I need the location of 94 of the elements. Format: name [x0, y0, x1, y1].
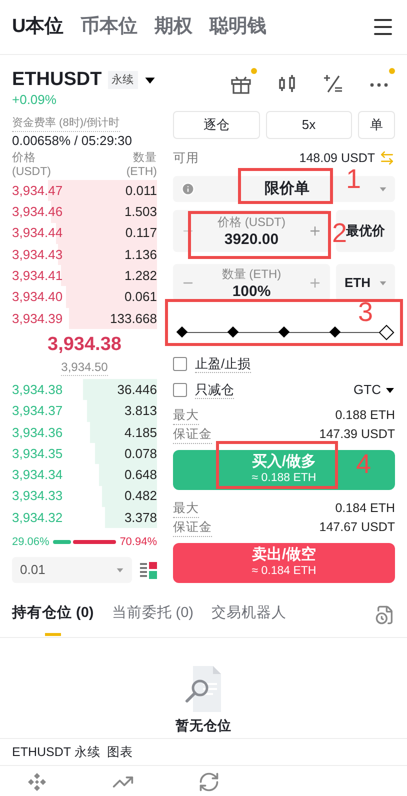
quantity-cell-text: 1.136 — [124, 246, 157, 264]
price-field[interactable]: 价格 (USDT) 3920.00 — [173, 210, 330, 252]
margin-button[interactable]: 逐仓 — [173, 111, 260, 139]
price-change: +0.09% — [12, 92, 58, 108]
last-price: 3,934.38 — [48, 333, 122, 358]
book-layout-icon[interactable] — [140, 562, 157, 579]
field-label: 数量 (ETH) — [222, 266, 282, 282]
position-tab[interactable]: 持有仓位 (0) — [12, 603, 94, 638]
market-tab[interactable]: 聪明钱 — [210, 12, 267, 42]
caret-icon — [379, 185, 387, 193]
price-cell-text: 3,934.33 — [12, 487, 63, 506]
empty-message: 暂无仓位 — [176, 717, 232, 736]
available-value: 148.09 USDT — [299, 150, 375, 167]
price-cell-text: 3,934.34 — [12, 466, 63, 484]
price-cell-text: 3,934.38 — [12, 380, 63, 399]
option-label: 止盈/止损 — [195, 356, 251, 372]
precision-dropdown[interactable]: 0.01 — [12, 557, 132, 584]
diamond-logo-icon[interactable] — [26, 770, 48, 793]
funding-rate-label: 资金费率 (8时)/倒计时 — [12, 116, 120, 132]
price-cell-text: 3,934.36 — [12, 424, 63, 442]
refresh-icon[interactable] — [198, 770, 220, 793]
quantity-cell-text: 3.378 — [124, 508, 157, 527]
annotation-number: 4 — [356, 449, 372, 479]
order-history-icon[interactable] — [375, 605, 395, 626]
contract-tag: 永续 — [108, 70, 138, 90]
info-label: 保证金 — [173, 518, 212, 537]
column-header: 数量 — [133, 151, 157, 165]
quantity-cell-text: 4.185 — [124, 424, 157, 442]
info-value: 0.188 ETH — [335, 407, 395, 424]
quantity-cell-text: 0.078 — [124, 444, 157, 463]
price-cell-text: 3,934.39 — [12, 310, 63, 328]
quantity-cell-text: 1.503 — [124, 203, 157, 222]
market-tab[interactable]: 币本位 — [80, 12, 138, 42]
info-label: 保证金 — [173, 425, 212, 444]
checkbox[interactable] — [173, 383, 187, 397]
caret-icon — [116, 566, 124, 574]
price-cell-text: 3,934.40 — [12, 288, 63, 306]
chart-link[interactable]: ETHUSDT 永续 图表 — [12, 742, 134, 762]
market-tab[interactable]: 期权 — [154, 12, 193, 42]
buy-ratio: 29.06% — [12, 534, 50, 550]
info-value: 147.39 USDT — [319, 426, 395, 443]
info-label: 最大 — [173, 406, 199, 425]
field-label: 价格 (USDT) — [218, 214, 286, 231]
price-cell-text: 3,934.46 — [12, 203, 63, 222]
slider-step — [329, 326, 341, 338]
caret-icon — [385, 385, 395, 395]
quantity-cell-text: 0.011 — [125, 182, 157, 200]
transfer-icon[interactable] — [379, 150, 395, 166]
price-cell-text: 3,934.41 — [12, 267, 63, 286]
option-label: 只减仓 — [195, 382, 234, 398]
quantity-cell-text: 36.446 — [117, 380, 157, 399]
position-tab[interactable]: 当前委托 (0) — [112, 603, 194, 638]
column-header: 价格 — [12, 151, 37, 165]
caret-icon — [378, 278, 386, 286]
quantity-cell-text: 133.668 — [110, 310, 157, 328]
info-icon[interactable] — [181, 182, 195, 196]
plus-icon[interactable] — [308, 276, 322, 290]
unit-select[interactable]: ETH — [336, 264, 395, 301]
sell-short-button[interactable]: 卖出/做空 ≈ 0.184 ETH — [173, 543, 395, 583]
info-value: 147.67 USDT — [319, 519, 395, 536]
price-cell-text: 3,934.43 — [12, 246, 63, 264]
info-value: 0.184 ETH — [335, 500, 395, 517]
quantity-cell-text: 0.117 — [125, 224, 157, 242]
slider-step — [176, 326, 188, 338]
symbol-name[interactable]: ETHUSDT — [12, 68, 102, 92]
margin-button[interactable]: 5x — [266, 111, 352, 139]
quantity-cell-text: 0.061 — [124, 288, 157, 306]
price-cell-text: 3,934.44 — [12, 224, 63, 242]
quantity-cell-text: 1.282 — [124, 267, 157, 286]
column-unit: (USDT) — [12, 165, 51, 179]
margin-button[interactable]: 单 — [358, 111, 395, 139]
column-unit: (ETH) — [126, 165, 157, 179]
position-tab[interactable]: 交易机器人 — [212, 603, 286, 638]
time-in-force-select[interactable]: GTC — [354, 380, 395, 400]
quantity-field[interactable]: 数量 (ETH) 100% — [173, 264, 330, 301]
available-label: 可用 — [173, 150, 199, 167]
price-cell-text: 3,934.35 — [12, 444, 63, 463]
plus-icon[interactable] — [308, 224, 322, 238]
slider-step — [227, 326, 239, 338]
sell-ratio: 70.94% — [120, 534, 157, 550]
funding-rate-value: 0.00658% / 05:29:30 — [12, 132, 133, 149]
price-cell-text: 3,934.47 — [12, 182, 63, 200]
quantity-cell-text: 3.813 — [124, 402, 157, 420]
mark-price: 3,934.50 — [61, 359, 108, 376]
market-tab[interactable]: U本位 — [12, 12, 64, 42]
slider-step — [278, 326, 290, 338]
field-value: 100% — [232, 282, 271, 300]
price-cell-text: 3,934.37 — [12, 402, 63, 420]
price-cell-text: 3,934.32 — [12, 508, 63, 527]
info-label: 最大 — [173, 499, 199, 518]
field-value: 3920.00 — [224, 231, 279, 248]
quantity-cell-text: 0.648 — [124, 466, 157, 484]
quantity-cell-text: 0.482 — [124, 487, 157, 506]
checkbox[interactable] — [173, 357, 187, 371]
